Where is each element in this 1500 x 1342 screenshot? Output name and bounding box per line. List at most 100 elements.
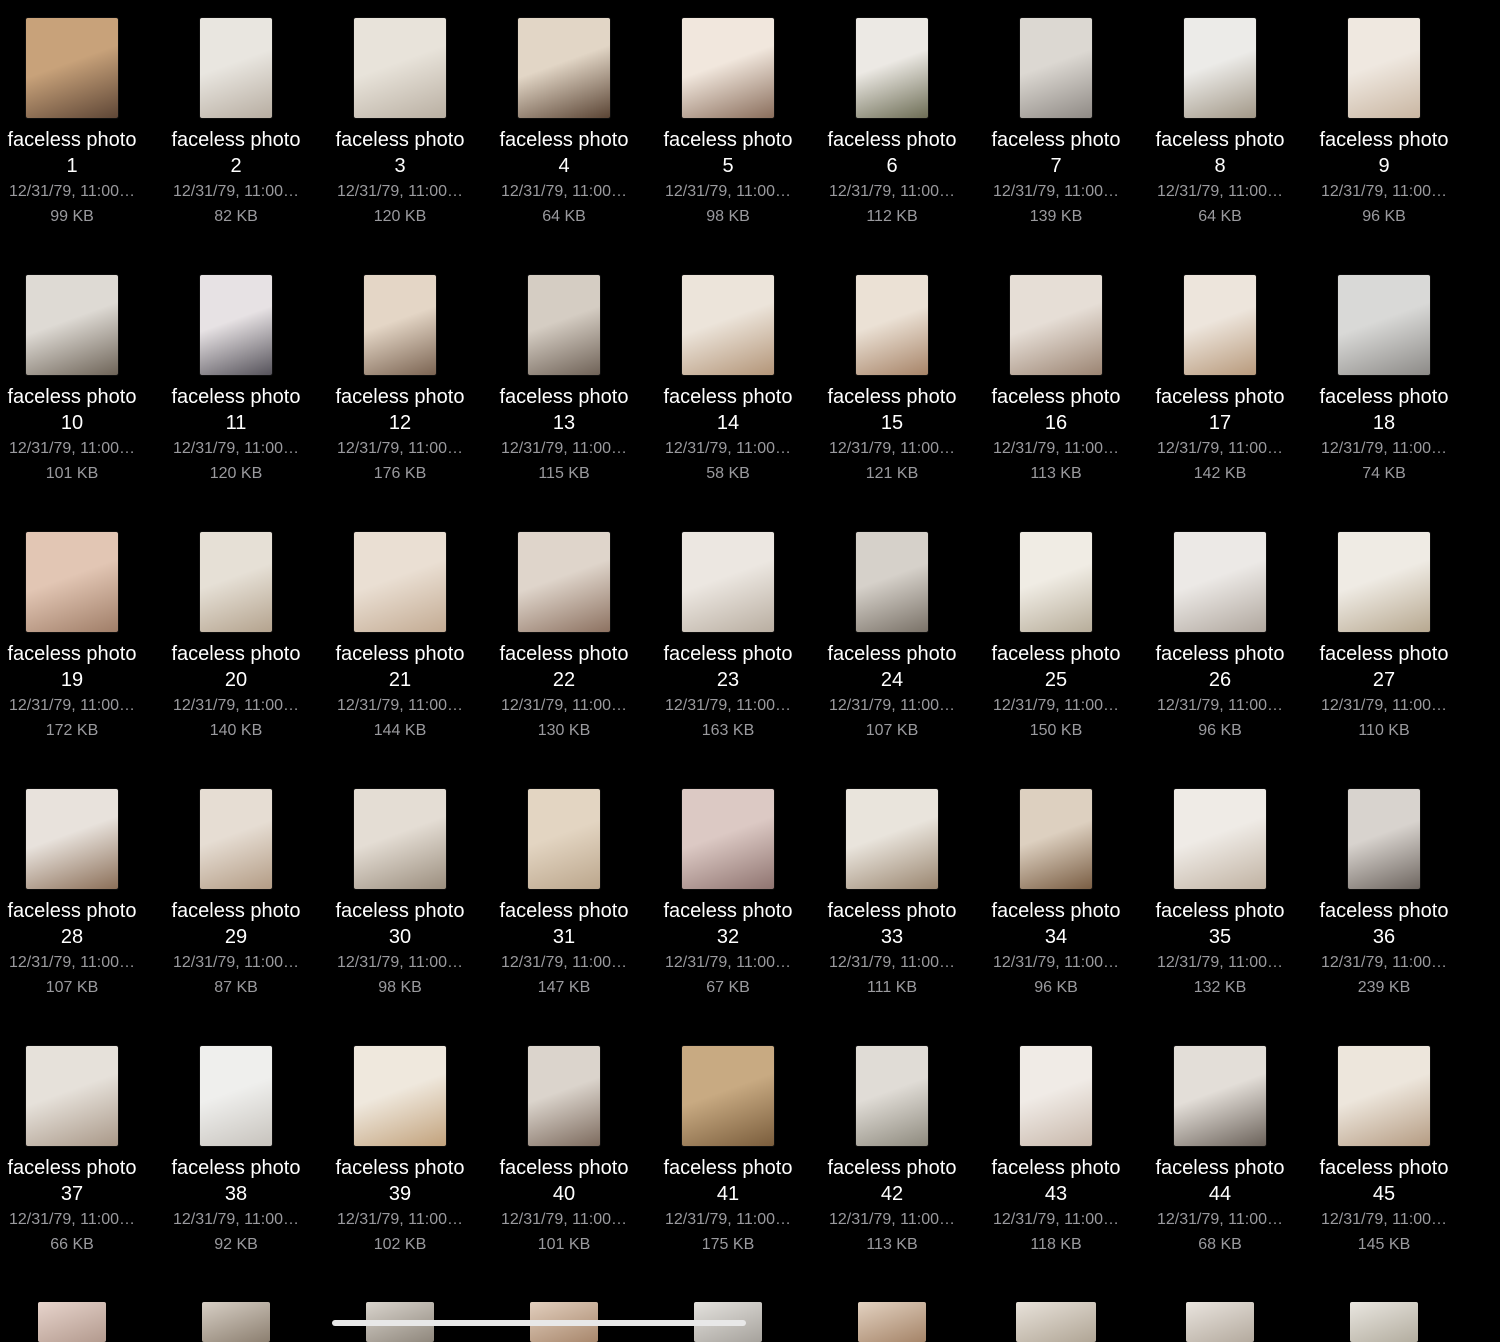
file-tile[interactable]: faceless photo 32 12/31/79, 11:00… 67 KB — [646, 787, 810, 1000]
home-indicator[interactable] — [332, 1320, 746, 1326]
file-tile[interactable]: faceless photo 15 12/31/79, 11:00… 121 KB — [810, 273, 974, 486]
file-thumbnail[interactable] — [518, 18, 610, 118]
file-tile[interactable]: faceless photo 13 12/31/79, 11:00… 115 KB — [482, 273, 646, 486]
file-tile[interactable]: faceless photo 34 12/31/79, 11:00… 96 KB — [974, 787, 1138, 1000]
file-tile[interactable]: faceless photo 25 12/31/79, 11:00… 150 KB — [974, 530, 1138, 743]
file-tile[interactable]: faceless photo 17 12/31/79, 11:00… 142 KB — [1138, 273, 1302, 486]
file-tile[interactable]: faceless photo 43 12/31/79, 11:00… 118 KB — [974, 1044, 1138, 1257]
file-tile[interactable]: faceless photo 7 12/31/79, 11:00… 139 KB — [974, 16, 1138, 229]
file-thumbnail[interactable] — [856, 18, 928, 118]
file-tile[interactable]: faceless photo 38 12/31/79, 11:00… 92 KB — [154, 1044, 318, 1257]
file-thumbnail[interactable] — [682, 275, 774, 375]
file-tile[interactable]: faceless photo 36 12/31/79, 11:00… 239 KB — [1302, 787, 1466, 1000]
file-thumbnail[interactable] — [200, 275, 272, 375]
file-thumbnail[interactable] — [682, 18, 774, 118]
file-tile[interactable]: faceless photo 5 12/31/79, 11:00… 98 KB — [646, 16, 810, 229]
file-thumbnail[interactable] — [26, 1046, 118, 1146]
file-thumbnail[interactable] — [518, 532, 610, 632]
file-thumbnail[interactable] — [1020, 789, 1092, 889]
file-tile[interactable]: faceless photo 11 12/31/79, 11:00… 120 KB — [154, 273, 318, 486]
file-tile[interactable]: faceless photo 10 12/31/79, 11:00… 101 KB — [0, 273, 154, 486]
file-thumbnail[interactable] — [200, 18, 272, 118]
file-thumbnail-partial[interactable] — [202, 1302, 270, 1342]
file-tile[interactable]: faceless photo 4 12/31/79, 11:00… 64 KB — [482, 16, 646, 229]
file-thumbnail[interactable] — [682, 1046, 774, 1146]
file-tile[interactable]: faceless photo 16 12/31/79, 11:00… 113 KB — [974, 273, 1138, 486]
file-tile[interactable]: faceless photo 35 12/31/79, 11:00… 132 KB — [1138, 787, 1302, 1000]
file-tile[interactable]: faceless photo 29 12/31/79, 11:00… 87 KB — [154, 787, 318, 1000]
file-thumbnail[interactable] — [1348, 789, 1420, 889]
file-tile[interactable]: faceless photo 42 12/31/79, 11:00… 113 KB — [810, 1044, 974, 1257]
file-tile[interactable]: faceless photo 30 12/31/79, 11:00… 98 KB — [318, 787, 482, 1000]
file-tile[interactable]: faceless photo 26 12/31/79, 11:00… 96 KB — [1138, 530, 1302, 743]
file-tile[interactable]: faceless photo 37 12/31/79, 11:00… 66 KB — [0, 1044, 154, 1257]
file-thumbnail[interactable] — [528, 275, 600, 375]
file-thumbnail[interactable] — [856, 532, 928, 632]
file-thumbnail[interactable] — [528, 789, 600, 889]
file-tile[interactable]: faceless photo 1 12/31/79, 11:00… 99 KB — [0, 16, 154, 229]
file-tile[interactable]: faceless photo 14 12/31/79, 11:00… 58 KB — [646, 273, 810, 486]
file-tile[interactable]: faceless photo 18 12/31/79, 11:00… 74 KB — [1302, 273, 1466, 486]
file-tile[interactable]: faceless photo 6 12/31/79, 11:00… 112 KB — [810, 16, 974, 229]
file-name-text: faceless photo — [827, 129, 957, 151]
file-thumbnail[interactable] — [354, 1046, 446, 1146]
file-thumbnail[interactable] — [26, 275, 118, 375]
file-thumbnail-partial[interactable] — [858, 1302, 926, 1342]
file-tile[interactable]: faceless photo 3 12/31/79, 11:00… 120 KB — [318, 16, 482, 229]
file-thumbnail[interactable] — [856, 275, 928, 375]
file-thumbnail[interactable] — [528, 1046, 600, 1146]
file-tile[interactable]: faceless photo 24 12/31/79, 11:00… 107 KB — [810, 530, 974, 743]
file-thumbnail[interactable] — [364, 275, 436, 375]
file-size: 172 KB — [45, 722, 99, 739]
file-thumbnail[interactable] — [1184, 18, 1256, 118]
file-tile[interactable]: faceless photo 28 12/31/79, 11:00… 107 KB — [0, 787, 154, 1000]
file-thumbnail[interactable] — [354, 18, 446, 118]
file-thumbnail[interactable] — [1020, 18, 1092, 118]
file-thumbnail[interactable] — [1184, 275, 1256, 375]
file-thumbnail[interactable] — [1338, 1046, 1430, 1146]
file-thumbnail[interactable] — [354, 789, 446, 889]
file-tile[interactable]: faceless photo 2 12/31/79, 11:00… 82 KB — [154, 16, 318, 229]
file-thumbnail[interactable] — [200, 532, 272, 632]
file-tile[interactable]: faceless photo 45 12/31/79, 11:00… 145 KB — [1302, 1044, 1466, 1257]
file-thumbnail[interactable] — [682, 789, 774, 889]
file-thumbnail[interactable] — [846, 789, 938, 889]
file-thumbnail[interactable] — [1338, 275, 1430, 375]
file-thumbnail[interactable] — [1338, 532, 1430, 632]
file-thumbnail[interactable] — [26, 789, 118, 889]
file-tile[interactable]: faceless photo 39 12/31/79, 11:00… 102 KB — [318, 1044, 482, 1257]
file-tile[interactable]: faceless photo 8 12/31/79, 11:00… 64 KB — [1138, 16, 1302, 229]
file-thumbnail[interactable] — [1020, 1046, 1092, 1146]
file-thumbnail[interactable] — [200, 789, 272, 889]
file-thumbnail[interactable] — [1010, 275, 1102, 375]
file-tile[interactable]: faceless photo 33 12/31/79, 11:00… 111 KB — [810, 787, 974, 1000]
file-thumbnail[interactable] — [354, 532, 446, 632]
file-tile[interactable]: faceless photo 21 12/31/79, 11:00… 144 KB — [318, 530, 482, 743]
file-thumbnail[interactable] — [200, 1046, 272, 1146]
file-thumbnail[interactable] — [1174, 1046, 1266, 1146]
file-thumbnail[interactable] — [856, 1046, 928, 1146]
file-thumbnail-partial[interactable] — [1350, 1302, 1418, 1342]
file-thumbnail[interactable] — [1174, 532, 1266, 632]
file-tile[interactable]: faceless photo 27 12/31/79, 11:00… 110 KB — [1302, 530, 1466, 743]
file-thumbnail-partial[interactable] — [38, 1302, 106, 1342]
file-tile[interactable]: faceless photo 44 12/31/79, 11:00… 68 KB — [1138, 1044, 1302, 1257]
file-thumbnail[interactable] — [1020, 532, 1092, 632]
file-tile[interactable]: faceless photo 9 12/31/79, 11:00… 96 KB — [1302, 16, 1466, 229]
file-thumbnail-partial[interactable] — [1016, 1302, 1096, 1342]
file-thumbnail-partial[interactable] — [1186, 1302, 1254, 1342]
file-tile[interactable]: faceless photo 12 12/31/79, 11:00… 176 KB — [318, 273, 482, 486]
file-tile[interactable]: faceless photo 20 12/31/79, 11:00… 140 KB — [154, 530, 318, 743]
file-tile[interactable]: faceless photo 41 12/31/79, 11:00… 175 KB — [646, 1044, 810, 1257]
file-tile[interactable]: faceless photo 40 12/31/79, 11:00… 101 KB — [482, 1044, 646, 1257]
file-tile[interactable]: faceless photo 19 12/31/79, 11:00… 172 KB — [0, 530, 154, 743]
file-tile[interactable]: faceless photo 31 12/31/79, 11:00… 147 KB — [482, 787, 646, 1000]
file-tile[interactable]: faceless photo 23 12/31/79, 11:00… 163 KB — [646, 530, 810, 743]
file-name-number: 8 — [1214, 155, 1226, 177]
file-thumbnail[interactable] — [1174, 789, 1266, 889]
file-thumbnail[interactable] — [1348, 18, 1420, 118]
file-tile[interactable]: faceless photo 22 12/31/79, 11:00… 130 KB — [482, 530, 646, 743]
file-thumbnail[interactable] — [26, 532, 118, 632]
file-thumbnail[interactable] — [682, 532, 774, 632]
file-thumbnail[interactable] — [26, 18, 118, 118]
